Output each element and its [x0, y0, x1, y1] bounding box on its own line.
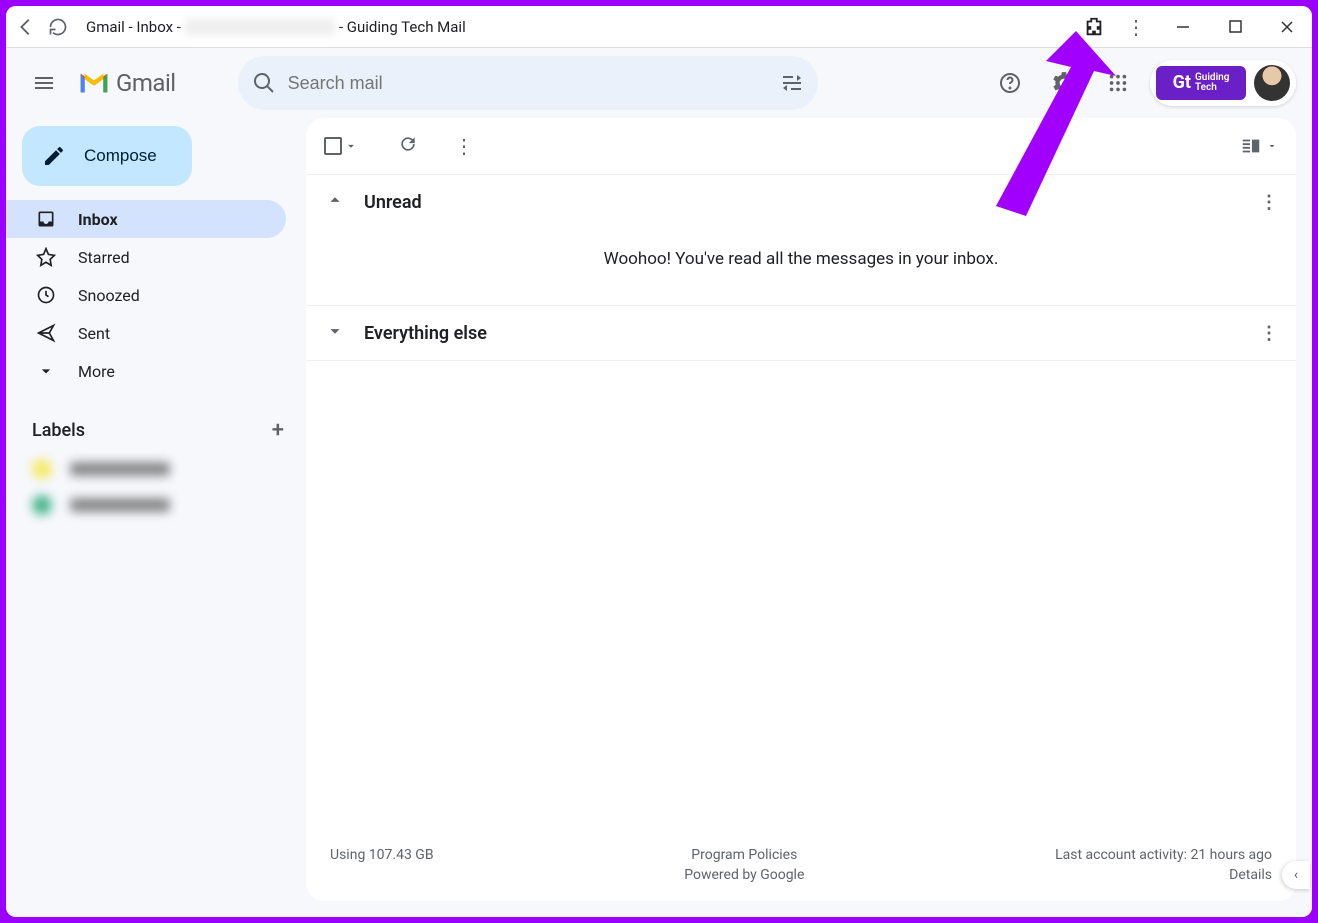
sidebar-item-snoozed[interactable]: Snoozed [6, 276, 286, 314]
labels-heading: Labels [32, 420, 85, 441]
label-name-redacted [70, 462, 170, 476]
account-switcher[interactable]: Gt GuidingTech [1150, 60, 1296, 106]
empty-state-text: Woohoo! You've read all the messages in … [306, 229, 1296, 305]
send-icon [36, 323, 56, 343]
details-link[interactable]: Details [1055, 867, 1272, 883]
toolbar-more-icon[interactable]: ⋮ [454, 134, 474, 158]
compose-label: Compose [84, 146, 157, 166]
compose-button[interactable]: Compose [22, 126, 192, 186]
refresh-button[interactable] [398, 134, 418, 158]
label-name-redacted [70, 498, 170, 512]
activity-text: Last account activity: 21 hours ago [1055, 847, 1272, 863]
sidebar-item-more[interactable]: More [6, 352, 286, 390]
sidebar-item-label: Inbox [78, 210, 118, 229]
window-maximize-icon[interactable] [1218, 12, 1252, 42]
side-panel-toggle[interactable]: ‹ [1282, 861, 1310, 889]
chevron-down-icon [36, 361, 56, 381]
refresh-icon [398, 134, 418, 154]
section-more-icon[interactable]: ⋮ [1260, 323, 1278, 344]
extensions-icon[interactable] [1082, 15, 1106, 39]
page-title: Gmail - Inbox - - Guiding Tech Mail [86, 18, 466, 36]
avatar [1254, 65, 1290, 101]
toggle-split-pane[interactable] [1240, 135, 1278, 157]
star-icon [36, 247, 56, 267]
footer: Using 107.43 GB Program Policies Powered… [306, 833, 1296, 901]
sidebar: Compose Inbox Starred Snoozed [6, 118, 306, 917]
brand-badge: Gt GuidingTech [1156, 66, 1246, 100]
clock-icon [36, 285, 56, 305]
section-title: Unread [364, 192, 422, 213]
gmail-logo[interactable]: Gmail [78, 69, 176, 97]
title-suffix: - Guiding Tech Mail [339, 18, 466, 36]
gmail-logo-icon [78, 71, 110, 95]
add-label-icon[interactable]: + [272, 418, 284, 443]
app-header: Gmail Gt Guidi [6, 48, 1312, 118]
help-icon[interactable] [988, 61, 1032, 105]
select-all-checkbox[interactable] [324, 137, 358, 155]
main-menu-icon[interactable] [22, 61, 66, 105]
search-icon [252, 71, 276, 95]
search-bar[interactable] [238, 56, 818, 110]
sidebar-item-label: Snoozed [78, 286, 140, 305]
reload-icon[interactable] [46, 15, 70, 39]
sidebar-item-label: Starred [78, 248, 130, 267]
section-unread: Unread ⋮ Woohoo! You've read all the mes… [306, 174, 1296, 305]
section-everything-else: Everything else ⋮ [306, 305, 1296, 361]
chevron-down-icon [344, 139, 358, 153]
collapse-icon[interactable] [324, 189, 346, 216]
back-icon[interactable] [14, 15, 38, 39]
redacted-email [185, 19, 335, 35]
sidebar-item-label: More [78, 362, 115, 381]
gmail-logo-text: Gmail [116, 69, 176, 97]
program-policies-link[interactable]: Program Policies [684, 847, 804, 863]
label-color-icon [32, 459, 52, 479]
pencil-icon [42, 144, 66, 168]
storage-text[interactable]: Using 107.43 GB [330, 847, 434, 863]
expand-icon[interactable] [324, 320, 346, 347]
sidebar-item-sent[interactable]: Sent [6, 314, 286, 352]
browser-menu-icon[interactable]: ⋮ [1124, 15, 1148, 39]
settings-icon[interactable] [1042, 61, 1086, 105]
window-minimize-icon[interactable] [1166, 12, 1200, 42]
window-close-icon[interactable] [1270, 12, 1304, 42]
label-item[interactable] [32, 495, 284, 515]
split-pane-icon [1240, 135, 1262, 157]
sidebar-item-inbox[interactable]: Inbox [6, 200, 286, 238]
sidebar-item-starred[interactable]: Starred [6, 238, 286, 276]
browser-chrome: Gmail - Inbox - - Guiding Tech Mail ⋮ [6, 6, 1312, 48]
label-item[interactable] [32, 459, 284, 479]
sidebar-item-label: Sent [78, 324, 110, 343]
section-title: Everything else [364, 323, 487, 344]
mail-toolbar: ⋮ [306, 118, 1296, 174]
title-prefix: Gmail - Inbox - [86, 18, 181, 36]
search-options-icon[interactable] [780, 71, 804, 95]
mail-list-panel: ⋮ Unread ⋮ Woohoo! You've read all t [306, 118, 1296, 901]
inbox-icon [36, 209, 56, 229]
apps-icon[interactable] [1096, 61, 1140, 105]
section-more-icon[interactable]: ⋮ [1260, 192, 1278, 213]
search-input[interactable] [288, 73, 768, 94]
powered-by-text: Powered by Google [684, 867, 804, 883]
label-color-icon [32, 495, 52, 515]
chevron-down-icon [1266, 140, 1278, 152]
